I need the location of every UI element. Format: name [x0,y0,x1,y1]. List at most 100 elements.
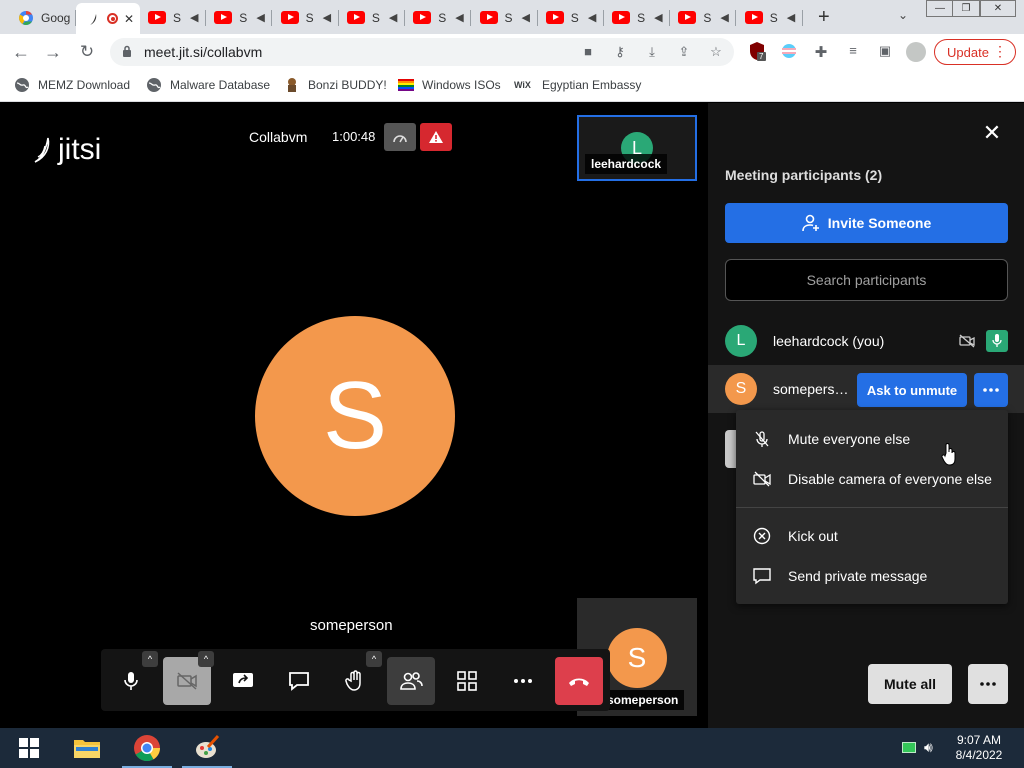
back-button[interactable]: ← [10,41,32,63]
hangup-button[interactable] [555,657,603,705]
mute-all-button[interactable]: Mute all [868,664,952,704]
bookmark-windows-isos[interactable]: Windows ISOs [398,77,501,93]
volume-icon[interactable]: 🔊︎ [924,739,933,756]
mic-on-icon [986,330,1008,352]
side-panel-icon[interactable]: ▣ [876,43,894,61]
audio-playing-icon[interactable]: ◀︎ [654,11,662,24]
minimize-button[interactable]: — [926,0,954,17]
reload-button[interactable]: ↻ [76,41,98,63]
file-explorer-button[interactable] [58,728,116,768]
audio-playing-icon[interactable]: ◀︎ [256,11,264,24]
menu-item-label: Send private message [788,568,928,584]
participants-button[interactable] [387,657,435,705]
address-bar[interactable]: meet.jit.si/collabvm ■ ⚷ ⤓ ⇪ ☆ [110,38,734,66]
bookmark-star-icon[interactable]: ☆ [708,44,724,60]
start-button[interactable] [0,728,58,768]
audio-playing-icon[interactable]: ◀︎ [455,11,463,24]
tab-title: Goog [41,10,71,25]
paint-taskbar-button[interactable] [178,728,236,768]
bookmark-memz[interactable]: MEMZ Download [14,77,130,93]
chat-button[interactable] [275,657,323,705]
participant-row-someperson[interactable]: S somepers… Ask to unmute [708,365,1024,413]
tab-title: S [637,10,646,25]
tab-youtube[interactable]: S ◀︎ [670,5,737,30]
audio-playing-icon[interactable]: ◀︎ [787,11,795,24]
tab-youtube[interactable]: S ◀︎ [339,5,405,30]
update-label: Update [947,44,989,60]
tab-jitsi-active[interactable]: ✕ [76,3,140,34]
menu-item-mute-everyone-else[interactable]: Mute everyone else [736,419,1008,459]
thumbnail-name: someperson [601,690,685,710]
tile-view-icon [457,671,477,691]
system-clock[interactable]: 9:07 AM 8/4/2022 [950,733,1008,763]
update-button[interactable]: Update ⋮ [934,39,1016,65]
tab-youtube[interactable]: S ◀︎ [472,5,538,30]
media-queue-icon[interactable]: ≡ [844,43,862,61]
url-text: meet.jit.si/collabvm [144,44,263,60]
warning-icon[interactable] [420,123,452,151]
tab-google[interactable]: Goog [8,5,76,30]
tab-youtube[interactable]: S ◀︎ [538,5,604,30]
participant-row-self[interactable]: L leehardcock (you) [708,317,1024,365]
network-icon[interactable] [902,742,916,753]
tab-youtube[interactable]: S ◀︎ [604,5,671,30]
reactions-chevron-icon[interactable]: ^ [366,651,382,667]
jitsi-logo-text: jitsi [58,133,102,166]
menu-item-kick-out[interactable]: Kick out [736,516,1008,556]
globe-icon [147,78,161,92]
close-window-button[interactable]: ✕ [980,0,1016,17]
audio-playing-icon[interactable]: ◀︎ [323,11,331,24]
mic-options-chevron-icon[interactable]: ^ [142,651,158,667]
profile-avatar-icon[interactable] [906,42,926,62]
new-tab-button[interactable]: + [818,6,830,29]
youtube-icon [744,11,763,24]
audio-playing-icon[interactable]: ◀︎ [588,11,596,24]
invite-someone-button[interactable]: Invite Someone [725,203,1008,243]
chrome-taskbar-button[interactable] [118,728,176,768]
tab-youtube[interactable]: S ◀︎ [206,5,273,30]
tab-close-icon[interactable]: ✕ [124,12,134,26]
search-participants-input[interactable] [725,259,1008,301]
tab-youtube[interactable]: S ◀︎ [273,5,339,30]
ublock-extension-icon[interactable]: 7 [748,41,766,61]
restore-button[interactable]: ❐ [952,0,980,17]
youtube-icon [545,11,564,24]
forward-button[interactable]: → [42,41,64,63]
pane-more-button[interactable] [968,664,1008,704]
install-icon[interactable]: ⤓ [644,44,660,60]
tab-youtube[interactable]: S ◀︎ [405,5,472,30]
tab-search-chevron-icon[interactable]: ⌄ [898,8,908,22]
bookmark-malware-database[interactable]: Malware Database [146,77,270,93]
youtube-icon [346,11,365,24]
windows-logo-icon [19,738,39,758]
camera-icon[interactable]: ■ [580,44,596,60]
bookmark-bonzi-buddy[interactable]: Bonzi BUDDY! [284,77,387,93]
share-icon[interactable]: ⇪ [676,44,692,60]
audio-playing-icon[interactable]: ◀︎ [522,11,530,24]
tab-youtube[interactable]: S ◀︎ [737,5,803,30]
puzzle-extensions-icon[interactable]: ✚ [812,43,830,61]
tile-view-button[interactable] [443,657,491,705]
audio-playing-icon[interactable]: ◀︎ [190,11,198,24]
invite-label: Invite Someone [827,215,932,231]
connection-speed-icon[interactable] [384,123,416,151]
stage-avatar: S [255,316,455,516]
tab-title: S [239,10,248,25]
youtube-icon [148,11,166,24]
close-pane-icon[interactable]: ✕ [982,120,1002,145]
more-actions-button[interactable] [499,657,547,705]
tab-youtube[interactable]: S ◀︎ [140,5,206,30]
camera-options-chevron-icon[interactable]: ^ [198,651,214,667]
share-screen-button[interactable] [219,657,267,705]
audio-playing-icon[interactable]: ◀︎ [389,11,397,24]
local-video-thumbnail[interactable]: L leehardcock [577,115,697,181]
audio-playing-icon[interactable]: ◀︎ [720,11,728,24]
chat-icon [289,672,309,691]
participant-more-button[interactable] [974,373,1008,407]
trans-flag-extension-icon[interactable] [780,43,798,61]
menu-item-send-private-message[interactable]: Send private message [736,556,1008,596]
ask-to-unmute-button[interactable]: Ask to unmute [857,373,967,407]
bookmark-egyptian-embassy[interactable]: WiX Egyptian Embassy [514,77,641,93]
key-icon[interactable]: ⚷ [612,44,628,60]
menu-item-disable-camera[interactable]: Disable camera of everyone else [736,459,1008,499]
